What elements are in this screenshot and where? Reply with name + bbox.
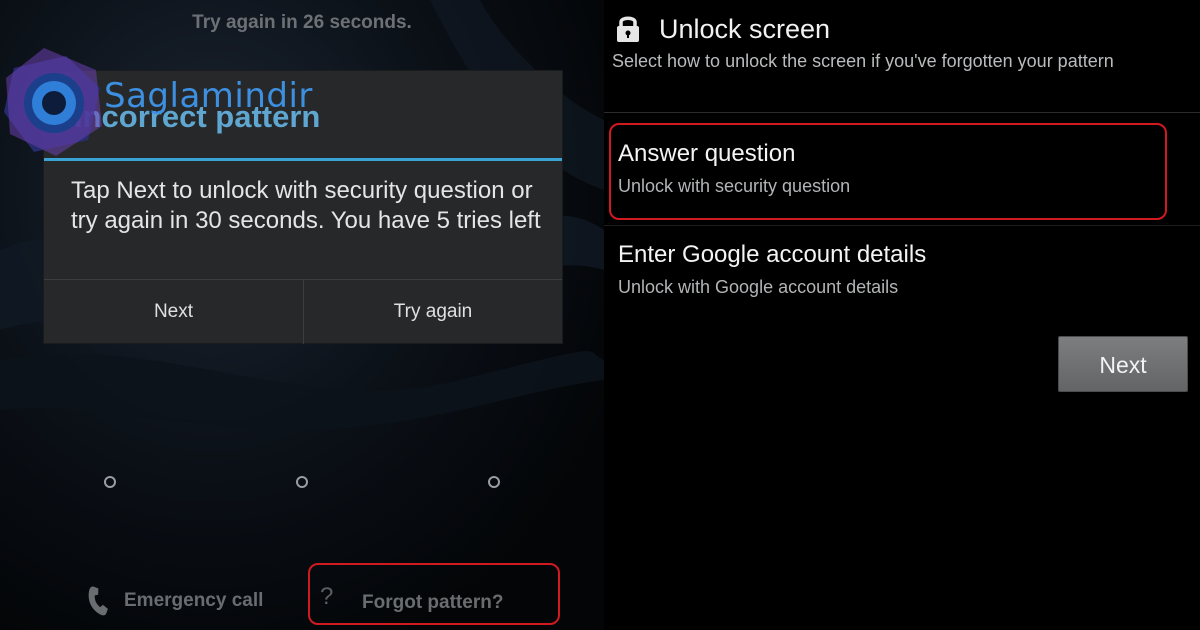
emergency-call-label: Emergency call	[124, 590, 264, 611]
question-mark-icon: ?	[320, 583, 334, 610]
pattern-dot[interactable]	[296, 476, 308, 488]
emergency-call-button[interactable]: Emergency call	[82, 585, 263, 617]
pattern-dot[interactable]	[104, 476, 116, 488]
dialog-message: Tap Next to unlock with security questio…	[71, 177, 541, 234]
option-description: Unlock with Google account details	[618, 277, 899, 297]
option-title: Enter Google account details	[618, 241, 927, 268]
screenshot-composite: Try again in 26 seconds. Incorrect patte…	[0, 0, 1200, 630]
retry-countdown-text: Try again in 26 seconds.	[192, 12, 412, 33]
watermark-text: Saglamindir	[104, 76, 313, 116]
lock-screen-panel: Try again in 26 seconds. Incorrect patte…	[0, 0, 604, 630]
phone-icon	[88, 586, 108, 616]
unlock-header: Unlock screen Select how to unlock the s…	[604, 0, 1200, 108]
forgot-pattern-label: Forgot pattern?	[362, 592, 504, 613]
dialog-next-button[interactable]: Next	[44, 280, 303, 344]
unlock-screen-subtitle: Select how to unlock the screen if you'v…	[612, 51, 1114, 71]
lock-icon	[617, 16, 639, 42]
answer-question-highlight	[609, 123, 1167, 220]
dialog-divider	[44, 158, 562, 161]
dialog-button-bar: Next Try again	[44, 279, 562, 344]
option-google-account[interactable]: Enter Google account details Unlock with…	[604, 241, 1200, 311]
pattern-dot[interactable]	[488, 476, 500, 488]
unlock-options-panel: Unlock screen Select how to unlock the s…	[604, 0, 1200, 630]
dialog-try-again-button[interactable]: Try again	[303, 280, 562, 344]
next-button[interactable]: Next	[1058, 336, 1188, 392]
unlock-screen-title: Unlock screen	[659, 14, 831, 44]
header-divider	[604, 112, 1200, 113]
option-divider	[604, 225, 1200, 226]
forgot-pattern-button[interactable]: ? Forgot pattern?	[308, 563, 560, 625]
